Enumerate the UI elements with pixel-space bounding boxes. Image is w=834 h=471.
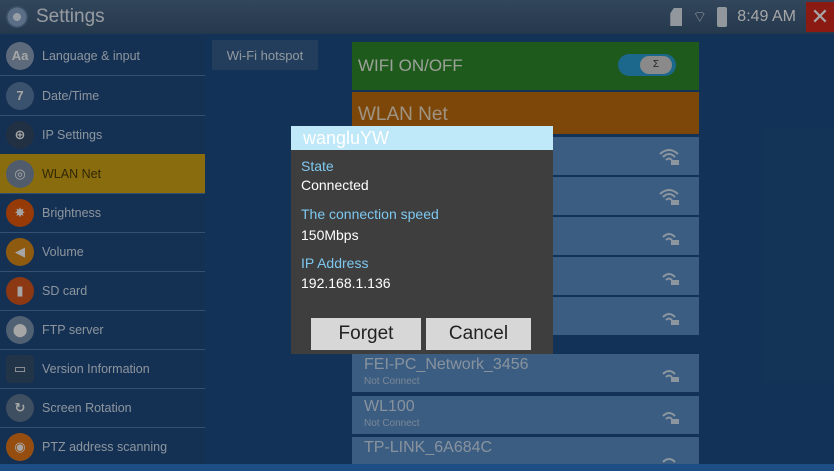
sidebar-item-label: Brightness xyxy=(42,205,102,220)
network-name: WL100 xyxy=(364,398,415,415)
network-details-dialog: wangluYW State Connected The connection … xyxy=(291,126,553,354)
wifi-signal-icon xyxy=(662,233,679,245)
sim-card-icon xyxy=(670,8,683,26)
monitor-icon: ▭ xyxy=(6,354,34,383)
language-icon: Aa xyxy=(6,41,34,70)
sidebar-item-label: Screen Rotation xyxy=(42,400,132,415)
sidebar-item-label: Version Information xyxy=(42,361,150,376)
speed-label: The connection speed xyxy=(301,206,439,222)
battery-icon xyxy=(717,7,728,27)
wifi-signal-icon xyxy=(662,412,679,424)
sidebar-item-ptz[interactable]: ◉ PTZ address scanning xyxy=(0,427,205,466)
sidebar-item-label: FTP server xyxy=(42,322,104,337)
network-status: Not Connect xyxy=(364,376,420,387)
sidebar-item-sd-card[interactable]: ▮ SD card xyxy=(0,271,205,311)
wifi-toggle-row[interactable]: WIFI ON/OFF Σ xyxy=(352,42,699,90)
sidebar-item-ftp[interactable]: ⬤ FTP server xyxy=(0,310,205,350)
sidebar-item-wlan[interactable]: ◎ WLAN Net xyxy=(0,154,205,194)
wifi-signal-icon xyxy=(659,189,679,205)
network-row[interactable]: FEI-PC_Network_3456 Not Connect xyxy=(352,354,699,392)
state-value: Connected xyxy=(301,177,369,193)
sidebar-item-brightness[interactable]: ✸ Brightness xyxy=(0,193,205,233)
clock: 8:49 AM xyxy=(737,8,796,25)
speed-value: 150Mbps xyxy=(301,227,359,243)
cancel-button[interactable]: Cancel xyxy=(426,318,531,350)
wifi-toggle-switch[interactable]: Σ xyxy=(618,54,676,76)
sun-icon: ✸ xyxy=(6,198,34,227)
sidebar-item-label: SD card xyxy=(42,283,88,298)
camera-icon: ◉ xyxy=(6,432,34,461)
settings-gear-icon xyxy=(6,6,28,28)
wifi-signal-icon xyxy=(659,149,679,165)
wifi-status-icon: ⌔ xyxy=(692,9,708,26)
globe-icon: ⊕ xyxy=(6,120,34,149)
status-bar: Settings ⌔ 8:49 AM ✕ xyxy=(0,0,834,34)
wifi-signal-icon xyxy=(662,313,679,325)
network-row[interactable]: TP-LINK_6A684C xyxy=(352,437,699,464)
sidebar-item-label: IP Settings xyxy=(42,127,103,142)
toggle-knob: Σ xyxy=(640,56,672,74)
wlan-label: WLAN Net xyxy=(358,104,448,125)
sidebar-item-label: Language & input xyxy=(42,48,141,63)
dialog-title: wangluYW xyxy=(291,126,553,150)
wifi-signal-icon xyxy=(662,458,676,463)
calendar-icon: 7 xyxy=(6,81,34,110)
close-icon[interactable]: ✕ xyxy=(806,2,834,32)
server-icon: ⬤ xyxy=(6,315,34,344)
network-row[interactable]: WL100 Not Connect xyxy=(352,396,699,434)
wifi-signal-icon xyxy=(662,370,679,382)
sidebar-item-label: Date/Time xyxy=(42,88,100,103)
speaker-icon: ◀ xyxy=(6,237,34,266)
sidebar-item-label: WLAN Net xyxy=(42,166,102,181)
ip-value: 192.168.1.136 xyxy=(301,275,391,291)
network-name: FEI-PC_Network_3456 xyxy=(364,356,529,373)
sidebar-item-rotation[interactable]: ↻ Screen Rotation xyxy=(0,388,205,428)
sidebar-item-language[interactable]: Aa Language & input xyxy=(0,36,205,76)
sidebar-item-datetime[interactable]: 7 Date/Time xyxy=(0,76,205,116)
sd-card-icon: ▮ xyxy=(6,276,34,305)
sidebar-item-label: Volume xyxy=(42,244,84,259)
network-name: TP-LINK_6A684C xyxy=(364,439,493,456)
sidebar-item-label: PTZ address scanning xyxy=(42,439,168,454)
network-status: Not Connect xyxy=(364,418,420,429)
tab-wifi-hotspot[interactable]: Wi-Fi hotspot xyxy=(212,40,318,70)
sidebar-item-ip-settings[interactable]: ⊕ IP Settings xyxy=(0,115,205,155)
wifi-signal-icon xyxy=(662,273,679,285)
forget-button[interactable]: Forget xyxy=(311,318,421,350)
ip-label: IP Address xyxy=(301,255,369,271)
antenna-icon: ◎ xyxy=(6,159,34,188)
rotate-icon: ↻ xyxy=(6,393,34,422)
state-label: State xyxy=(301,158,334,174)
wifi-toggle-label: WIFI ON/OFF xyxy=(358,56,463,75)
sidebar-item-volume[interactable]: ◀ Volume xyxy=(0,232,205,272)
settings-sidebar: Aa Language & input 7 Date/Time ⊕ IP Set… xyxy=(0,36,205,464)
sidebar-item-version[interactable]: ▭ Version Information xyxy=(0,349,205,389)
app-title: Settings xyxy=(36,6,105,27)
